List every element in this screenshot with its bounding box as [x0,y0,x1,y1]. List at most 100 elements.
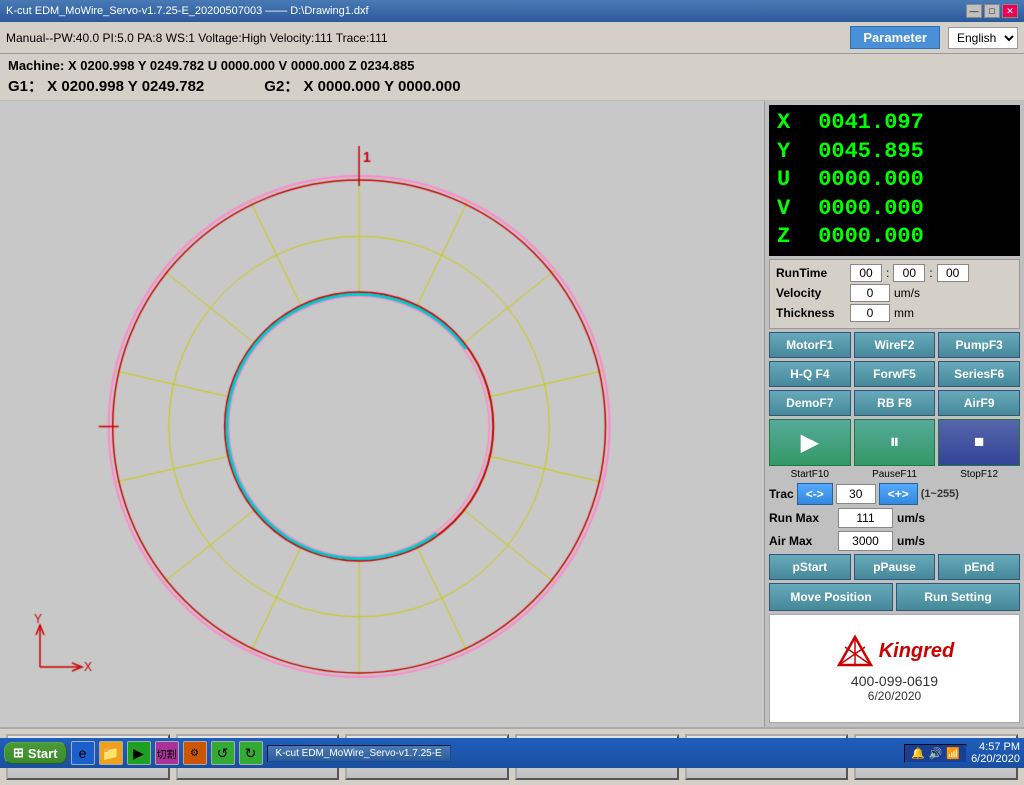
start-button[interactable]: ⊞ Start [4,742,67,764]
main-area: X 0041.097 Y 0045.895 U 0000.000 V 0000.… [0,101,1024,727]
system-tray: 🔔 🔊 📶 [904,744,967,763]
transport-labels: StartF10 PauseF11 StopF12 [769,469,1020,480]
clock-time: 4:57 PM [971,741,1020,753]
stop-icon: ⏹ [974,431,984,454]
trace-input[interactable] [836,484,876,504]
pause-label: PauseF11 [854,469,936,480]
forw-f5-button[interactable]: ForwF5 [854,361,936,387]
phone-number: 400-099-0619 [851,673,938,689]
pause-icon: ⏸ [889,431,899,454]
pend-button[interactable]: pEnd [938,554,1020,580]
start-button[interactable]: ▶ [769,419,851,466]
trace-inc-button[interactable]: <+> [879,483,918,505]
taskbar-icon-green2[interactable]: ↻ [239,741,263,765]
run-max-row: Run Max um/s [769,508,1020,528]
taskbar-icon-app1[interactable]: 切割 [155,741,179,765]
pause-button[interactable]: ⏸ [854,419,936,466]
trace-label: Trac [769,487,794,501]
run-max-input[interactable] [838,508,893,528]
close-button[interactable]: ✕ [1002,4,1018,18]
z-value: 0000.000 [818,224,924,249]
velocity-unit: um/s [894,286,920,300]
u-label: U [777,166,805,195]
maximize-button[interactable]: □ [984,4,1000,18]
thickness-value[interactable] [850,304,890,322]
series-f6-button[interactable]: SeriesF6 [938,361,1020,387]
logo-date: 6/20/2020 [868,689,921,703]
trace-range: (1~255) [921,488,959,500]
u-value: 0000.000 [818,167,924,192]
hq-f4-button[interactable]: H-Q F4 [769,361,851,387]
demo-f7-button[interactable]: DemoF7 [769,390,851,416]
top-toolbar: Manual--PW:40.0 PI:5.0 PA:8 WS:1 Voltage… [0,22,1024,54]
run-max-unit: um/s [897,511,925,525]
runtime-section: RunTime : : Velocity um/s Thickness mm [769,259,1020,329]
tray-icon3: 📶 [946,747,960,760]
stop-button[interactable]: ⏹ [938,419,1020,466]
p-buttons-grid: pStart pPause pEnd [769,554,1020,580]
y-label: Y [777,138,805,167]
g1-label: G1： X 0200.998 Y 0249.782 [8,75,204,96]
g1g2-coords: G1： X 0200.998 Y 0249.782 G2： X 0000.000… [8,75,1016,96]
x-label: X [777,109,805,138]
canvas-area [0,101,765,727]
z-label: Z [777,223,805,252]
motor-f1-button[interactable]: MotorF1 [769,332,851,358]
ppause-button[interactable]: pPause [854,554,936,580]
v-value: 0000.000 [818,196,924,221]
runtime-seconds[interactable] [937,264,969,282]
taskbar-icon-green1[interactable]: ↺ [211,741,235,765]
start-label: StartF10 [769,469,851,480]
runtime-minutes[interactable] [893,264,925,282]
minimize-button[interactable]: — [966,4,982,18]
taskbar: ⊞ Start e 📁 ▶ 切割 ⚙ ↺ ↻ K-cut EDM_MoWire_… [0,738,1024,768]
y-value: 0045.895 [818,139,924,164]
rb-f8-button[interactable]: RB F8 [854,390,936,416]
tray-icon1: 🔔 [911,747,925,760]
trace-dec-button[interactable]: <-> [797,483,833,505]
clock: 4:57 PM 6/20/2020 [971,741,1020,765]
play-icon: ▶ [801,428,819,457]
air-max-label: Air Max [769,534,834,548]
thickness-unit: mm [894,306,914,320]
taskbar-icon-app2[interactable]: ⚙ [183,741,207,765]
g2-label: G2： X 0000.000 Y 0000.000 [264,75,460,96]
transport-grid: ▶ ⏸ ⏹ [769,419,1020,466]
runtime-label: RunTime [776,266,846,280]
tray-icon2: 🔊 [929,747,943,760]
run-max-label: Run Max [769,511,834,525]
taskbar-icon-media[interactable]: ▶ [127,741,151,765]
parameter-button[interactable]: Parameter [850,26,940,49]
machine-coords: Machine: X 0200.998 Y 0249.782 U 0000.00… [8,58,1016,73]
velocity-label: Velocity [776,286,846,300]
fn-buttons-grid: MotorF1 WireF2 PumpF3 H-Q F4 ForwF5 Seri… [769,332,1020,416]
window-controls: — □ ✕ [966,4,1018,18]
pump-f3-button[interactable]: PumpF3 [938,332,1020,358]
drawing-canvas[interactable] [0,101,764,727]
app-taskbar-item[interactable]: K-cut EDM_MoWire_Servo-v1.7.25-E [267,745,451,762]
move-position-button[interactable]: Move Position [769,583,893,611]
clock-date: 6/20/2020 [971,753,1020,765]
v-label: V [777,195,805,224]
air-max-input[interactable] [838,531,893,551]
kingred-logo-icon [835,633,875,669]
xy-readout: X 0041.097 Y 0045.895 U 0000.000 V 0000.… [769,105,1020,256]
run-setting-button[interactable]: Run Setting [896,583,1020,611]
taskbar-icon-folder[interactable]: 📁 [99,741,123,765]
thickness-label: Thickness [776,306,846,320]
language-select[interactable]: English 中文 [948,27,1018,49]
start-label: Start [28,746,58,761]
velocity-value[interactable] [850,284,890,302]
air-f9-button[interactable]: AirF9 [938,390,1020,416]
taskbar-icon-ie[interactable]: e [71,741,95,765]
runtime-hours[interactable] [850,264,882,282]
logo-area: Kingred 400-099-0619 6/20/2020 [769,614,1020,723]
wire-f2-button[interactable]: WireF2 [854,332,936,358]
coordinate-header: Machine: X 0200.998 Y 0249.782 U 0000.00… [0,54,1024,101]
title-bar: K-cut EDM_MoWire_Servo-v1.7.25-E_2020050… [0,0,1024,22]
mv-buttons-grid: Move Position Run Setting [769,583,1020,611]
pstart-button[interactable]: pStart [769,554,851,580]
right-panel: X 0041.097 Y 0045.895 U 0000.000 V 0000.… [765,101,1024,727]
brand-name: Kingred [879,640,955,663]
toolbar-info: Manual--PW:40.0 PI:5.0 PA:8 WS:1 Voltage… [6,31,842,45]
